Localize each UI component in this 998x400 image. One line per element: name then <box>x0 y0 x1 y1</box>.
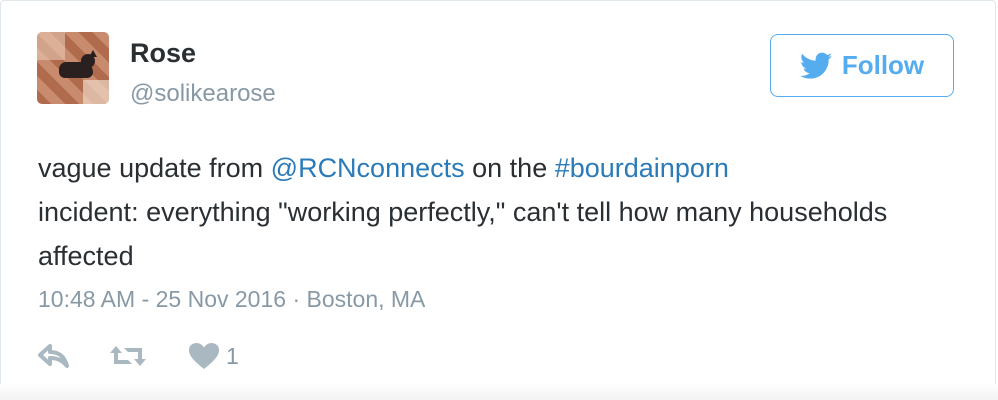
avatar-tile <box>83 80 109 104</box>
location-link[interactable]: Boston, MA <box>307 286 426 312</box>
hashtag-link[interactable]: #bourdainporn <box>555 153 729 183</box>
avatar-tile <box>37 32 65 60</box>
mention-link[interactable]: @RCNconnects <box>271 153 465 183</box>
like-button[interactable]: 1 <box>148 342 239 370</box>
timestamp-link[interactable]: 10:48 AM - 25 Nov 2016 <box>38 286 286 312</box>
user-handle[interactable]: @solikearose <box>130 80 276 108</box>
card-bottom-shadow <box>0 384 998 400</box>
avatar-cat-ear <box>89 50 97 57</box>
tweet-text-segment: incident: everything "working perfectly,… <box>38 197 888 271</box>
tweet-text-segment: on the <box>464 153 555 183</box>
retweet-button[interactable] <box>70 342 148 370</box>
tweet-text: vague update from @RCNconnects on the #b… <box>38 146 938 278</box>
user-name[interactable]: Rose <box>130 38 196 69</box>
retweet-icon <box>110 346 146 366</box>
reply-button[interactable] <box>38 342 70 370</box>
tweet-meta: 10:48 AM - 25 Nov 2016 · Boston, MA <box>38 286 425 313</box>
avatar[interactable] <box>37 32 109 104</box>
tweet-text-segment: vague update from <box>38 153 271 183</box>
reply-icon <box>38 344 69 368</box>
like-count: 1 <box>226 342 239 369</box>
follow-button[interactable]: Follow <box>770 34 954 97</box>
twitter-bird-icon <box>799 52 832 79</box>
tweet-actions: 1 <box>38 340 239 372</box>
follow-label: Follow <box>841 50 925 80</box>
heart-icon <box>189 343 219 369</box>
meta-separator: · <box>286 286 307 312</box>
